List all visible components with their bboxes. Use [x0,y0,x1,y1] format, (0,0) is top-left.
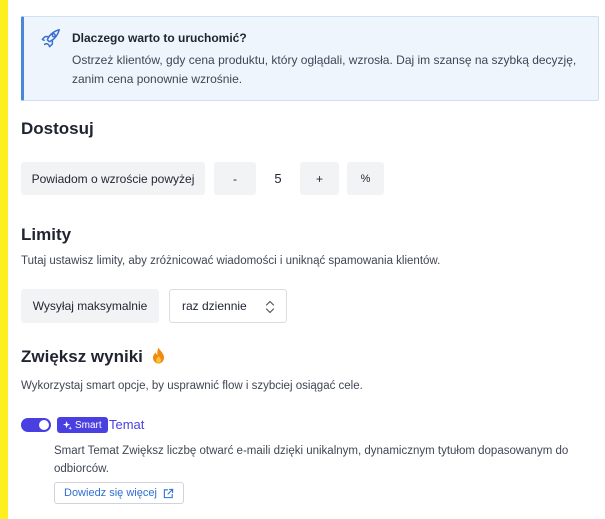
fire-icon [152,347,164,364]
chevron-updown-icon [265,300,275,314]
customize-heading: Dostosuj [21,119,94,138]
threshold-input[interactable]: 5 [256,162,300,195]
smart-badge: Smart [57,417,108,433]
external-link-icon [163,488,174,498]
smart-badge-label: Smart [75,419,102,431]
frequency-select[interactable]: raz dziennie [169,289,287,323]
info-title: Dlaczego warto to uruchomić? [72,31,247,45]
boost-heading: Zwiększ wyniki [21,347,165,367]
threshold-label: Powiadom o wzroście powyżej [21,162,205,195]
limits-description: Tutaj ustawisz limity, aby zróżnicować w… [21,255,441,267]
smart-subject-toggle[interactable] [21,418,51,432]
main-panel: Dlaczego warto to uruchomić? Ostrzeż kli… [8,0,605,519]
increment-button[interactable]: + [300,162,339,195]
learn-more-button[interactable]: Dowiedz się więcej [54,482,184,504]
send-max-label: Wysyłaj maksymalnie [21,289,159,323]
limits-heading: Limity [21,225,72,244]
frequency-select-value: raz dziennie [182,299,247,313]
feature-description: Smart Temat Zwiększ liczbę otwarć e-mail… [54,445,569,475]
unit-label: % [347,162,384,195]
info-callout: Dlaczego warto to uruchomić? Ostrzeż kli… [21,16,599,101]
rocket-icon [41,29,60,48]
boost-heading-text: Zwiększ wyniki [21,347,143,366]
feature-title: Temat [109,417,145,432]
info-text: Ostrzeż klientów, gdy cena produktu, któ… [72,53,577,86]
decrement-button[interactable]: - [214,162,256,195]
learn-more-label: Dowiedz się więcej [64,487,157,499]
boost-description: Wykorzystaj smart opcje, by usprawnić fl… [21,380,363,392]
sparkle-icon [63,420,72,430]
toggle-knob [39,420,49,430]
